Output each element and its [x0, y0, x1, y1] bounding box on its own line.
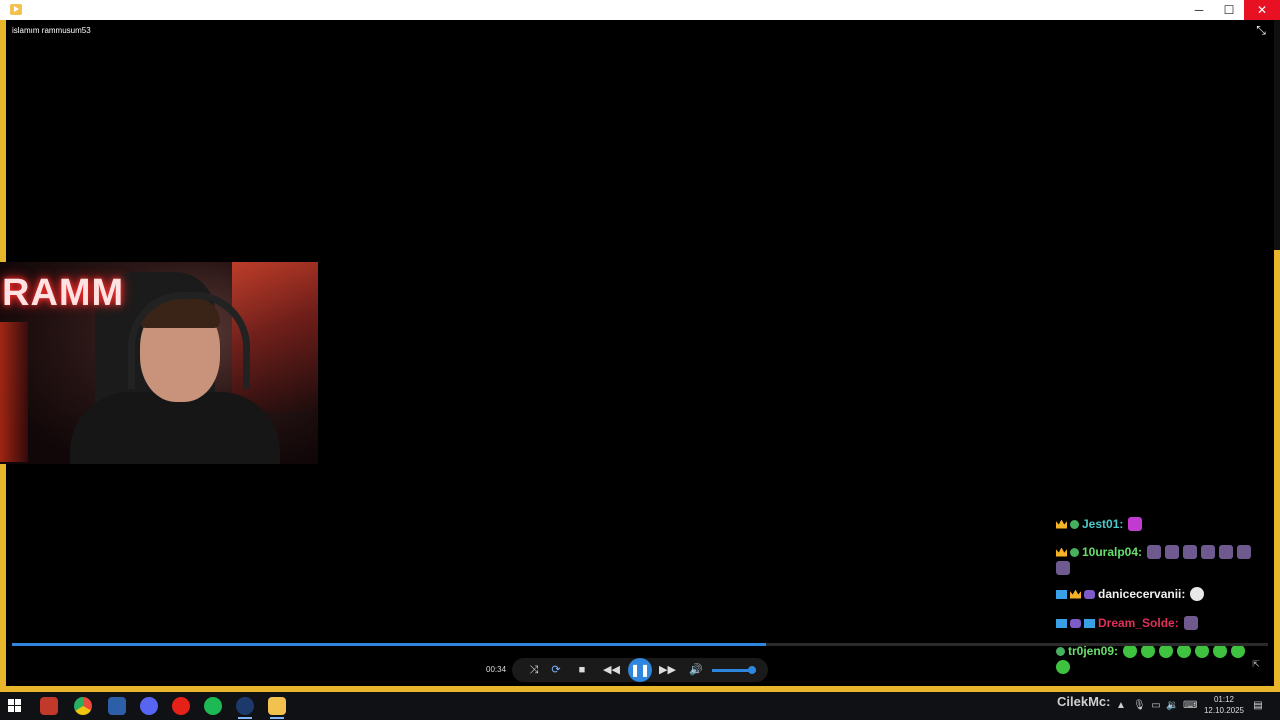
chrome-icon[interactable]	[74, 697, 92, 715]
discord-icon[interactable]	[140, 697, 158, 715]
neon-light	[0, 322, 28, 462]
emote-icon	[1056, 660, 1070, 674]
volume-knob[interactable]	[747, 666, 756, 674]
sub-badge-icon	[1056, 646, 1065, 656]
emote-icon	[1141, 644, 1156, 658]
shuffle-icon[interactable]: ⤨	[526, 662, 542, 678]
notification-icon[interactable]: ▤	[1252, 700, 1264, 712]
chat-username: 10uralp04:	[1082, 545, 1143, 559]
emote-icon	[1177, 644, 1192, 658]
seek-progress	[12, 643, 766, 646]
crown-badge-icon	[1070, 589, 1081, 599]
exit-fullscreen-icon[interactable]: ⤡	[1253, 22, 1269, 38]
emote-icon	[1123, 644, 1138, 658]
pause-button[interactable]: ❚❚	[628, 658, 652, 682]
chat-username: Dream_Solde:	[1098, 616, 1179, 630]
rewind-button[interactable]: ◀◀	[603, 662, 620, 678]
photo-editor-icon[interactable]	[40, 697, 58, 715]
repeat-icon[interactable]: ⟳	[548, 662, 564, 678]
chat-message: 10uralp04:	[1056, 543, 1266, 575]
emote-icon	[1219, 545, 1234, 559]
network-icon[interactable]: ▭	[1150, 700, 1162, 712]
purple-badge-icon	[1084, 589, 1095, 599]
sub-badge-icon	[1070, 519, 1079, 529]
chat-message: Dream_Solde:	[1056, 613, 1266, 633]
neon-sign: RAMM	[2, 272, 125, 314]
sub-badge-icon	[1070, 547, 1079, 557]
emote-icon	[1147, 545, 1162, 559]
media-player-icon[interactable]	[268, 697, 286, 719]
clock-date: 12.10.2025	[1203, 706, 1245, 715]
emote-icon	[1213, 644, 1228, 658]
chat-username-tray: CilekMc:	[1057, 694, 1111, 709]
chat-username: danicecervanii:	[1098, 587, 1186, 601]
webcam-overlay: RAMM	[0, 262, 318, 464]
blue-badge-icon	[1084, 618, 1095, 628]
windows-start-icon[interactable]	[8, 699, 22, 713]
emote-icon	[1056, 561, 1070, 575]
title-bar	[0, 0, 1280, 20]
youtube-icon[interactable]	[172, 697, 190, 715]
keyboard-icon[interactable]: ⌨	[1183, 700, 1197, 712]
chat-message: Jest01:	[1056, 514, 1266, 534]
streamer-body	[70, 392, 280, 464]
media-player-app-icon	[10, 4, 22, 15]
headset	[128, 292, 250, 389]
emote-icon	[1128, 517, 1143, 531]
chat-username: Jest01:	[1082, 517, 1124, 531]
file-manager-icon[interactable]	[108, 697, 126, 715]
microphone-icon[interactable]: 🎙	[1133, 700, 1146, 712]
crown-badge-icon	[1056, 547, 1067, 557]
popout-icon[interactable]: ⇱	[1250, 658, 1262, 670]
volume-slider[interactable]	[712, 666, 756, 674]
android-icon[interactable]: ▲	[1115, 700, 1127, 712]
close-button[interactable]: ✕	[1244, 0, 1280, 20]
emote-icon	[1183, 616, 1198, 630]
purple-badge-icon	[1070, 618, 1081, 628]
steam-icon[interactable]	[236, 697, 254, 719]
fast-forward-button[interactable]: ▶▶	[659, 662, 676, 678]
stop-button[interactable]: ■	[574, 662, 590, 678]
seek-bar[interactable]	[12, 643, 1268, 646]
speaker-icon[interactable]: 🔉	[1166, 700, 1178, 712]
blue-badge-icon	[1056, 589, 1067, 599]
volume-icon[interactable]: 🔊	[688, 662, 704, 678]
emote-icon	[1195, 644, 1210, 658]
spotify-icon[interactable]	[204, 697, 222, 715]
emote-icon	[1165, 545, 1180, 559]
emote-icon	[1183, 545, 1198, 559]
side-strip	[1274, 20, 1280, 250]
clock-time: 01:12	[1213, 695, 1235, 704]
chat-message: tr0jen09:	[1056, 642, 1266, 674]
taskbar-clock[interactable]: 01:12 12.10.2025	[1198, 694, 1250, 716]
emote-icon	[1231, 644, 1246, 658]
crown-badge-icon	[1056, 519, 1067, 529]
emote-icon	[1159, 644, 1174, 658]
video-title: islamım rammusum53	[12, 26, 91, 35]
volume-level	[712, 669, 752, 672]
blue-badge-icon	[1056, 618, 1067, 628]
chat-overlay: Jest01: 10uralp04: danicecervanii: Dream_So…	[1056, 514, 1266, 683]
current-time: 00:34	[486, 665, 507, 674]
emote-icon	[1237, 545, 1252, 559]
chat-message: danicecervanii:	[1056, 584, 1266, 604]
emote-icon	[1190, 587, 1205, 601]
emote-icon	[1201, 545, 1216, 559]
minimize-button[interactable]: ─	[1184, 0, 1214, 20]
maximize-button[interactable]: ☐	[1214, 0, 1244, 20]
